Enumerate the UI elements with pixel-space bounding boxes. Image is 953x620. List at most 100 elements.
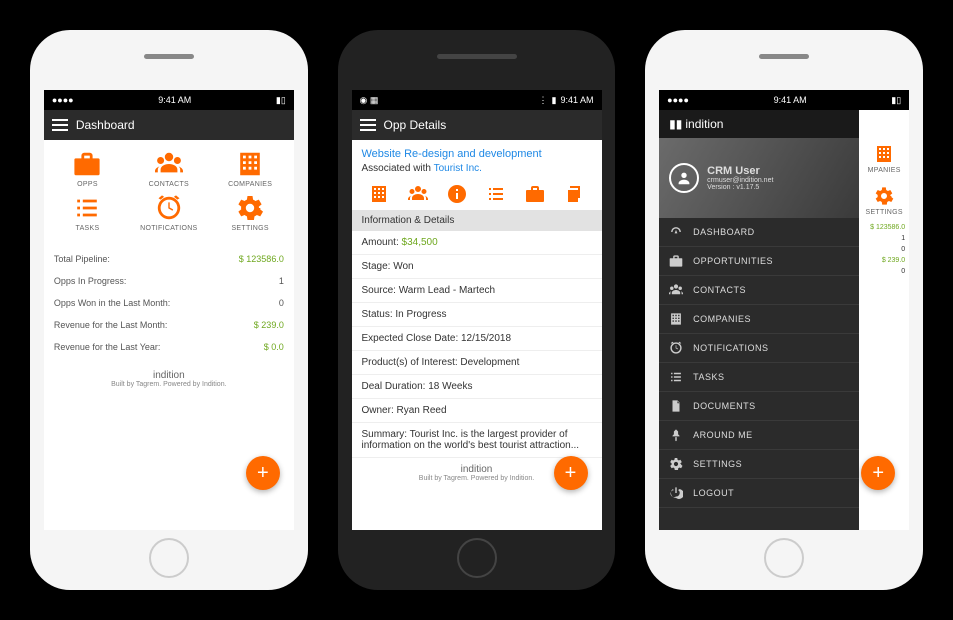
clock-icon <box>155 194 183 222</box>
list-icon[interactable] <box>486 184 506 204</box>
menu-opportunities[interactable]: OPPORTUNITIES <box>659 247 859 276</box>
opp-title: Website Re-design and development <box>362 148 592 160</box>
stat-value: 1 <box>859 233 909 244</box>
fab-add-button[interactable]: + <box>554 456 588 490</box>
assoc-prefix: Associated with <box>362 163 434 174</box>
nav-notifications[interactable]: NOTIFICATIONS <box>131 194 206 232</box>
avatar[interactable] <box>669 163 699 193</box>
menu-dashboard[interactable]: DASHBOARD <box>659 218 859 247</box>
section-header: Information & Details <box>352 210 602 231</box>
phone-speaker <box>144 54 194 59</box>
footer-text: Built by Tagrem. Powered by Indition. <box>44 381 294 388</box>
nav-companies[interactable]: MPANIES <box>859 138 909 180</box>
contacts-icon <box>155 150 183 178</box>
menu-logout[interactable]: LOGOUT <box>659 479 859 508</box>
field-duration: Deal Duration: 18 Weeks <box>352 375 602 399</box>
statusbar: ●●●● 9:41 AM ▮▯ <box>44 90 294 110</box>
nav-opps[interactable]: OPPS <box>50 150 125 188</box>
briefcase-icon[interactable] <box>525 184 545 204</box>
field-product: Product(s) of Interest: Development <box>352 351 602 375</box>
nav-settings[interactable]: SETTINGS <box>212 194 287 232</box>
drawer-brand: ▮▮indition <box>659 110 859 138</box>
screen: ●●●● 9:41 AM ▮▯ MPANIES SETTINGS $ 12358… <box>659 90 909 530</box>
nav-settings[interactable]: SETTINGS <box>859 180 909 222</box>
nav-label: OPPS <box>77 181 98 188</box>
menu-label: TASKS <box>693 372 724 382</box>
nav-label: SETTINGS <box>865 209 902 216</box>
field-label: Amount: <box>362 237 402 248</box>
stat-row: Opps Won in the Last Month:0 <box>54 292 284 314</box>
menu-settings[interactable]: SETTINGS <box>659 450 859 479</box>
stats-list: Total Pipeline:$ 123586.0 Opps In Progre… <box>44 242 294 364</box>
fab-add-button[interactable]: + <box>246 456 280 490</box>
gear-icon <box>236 194 264 222</box>
statusbar-time: 9:41 AM <box>158 95 191 105</box>
phone-opp-details: ◉ ▦ ⋮▮9:41 AM Opp Details Website Re-des… <box>338 30 616 590</box>
gear-icon <box>874 186 894 206</box>
stat-value: $ 239.0 <box>859 255 909 266</box>
social-icons: ◉ ▦ <box>360 95 379 106</box>
brand-logo: indition <box>44 370 294 381</box>
battery-icon: ▮ <box>552 95 557 106</box>
stat-label: Opps In Progress: <box>54 276 127 286</box>
statusbar-time: 9:41 AM <box>560 95 593 105</box>
titlebar: Opp Details <box>352 110 602 140</box>
page-title: Dashboard <box>76 118 135 132</box>
briefcase-icon <box>73 150 101 178</box>
footer: indition Built by Tagrem. Powered by Ind… <box>44 364 294 398</box>
menu-notifications[interactable]: NOTIFICATIONS <box>659 334 859 363</box>
home-button[interactable] <box>149 538 189 578</box>
phone-speaker <box>437 54 517 59</box>
nav-label: NOTIFICATIONS <box>140 225 197 232</box>
menu-contacts[interactable]: CONTACTS <box>659 276 859 305</box>
menu-label: SETTINGS <box>693 459 742 469</box>
opp-association: Associated with Tourist Inc. <box>362 163 592 174</box>
user-name: CRM User <box>707 165 773 177</box>
phone-dashboard: ●●●● 9:41 AM ▮▯ Dashboard OPPS CONTACTS <box>30 30 308 590</box>
nav-tasks[interactable]: TASKS <box>50 194 125 232</box>
menu-label: DOCUMENTS <box>693 401 756 411</box>
field-value: $34,500 <box>402 237 438 248</box>
home-button[interactable] <box>457 538 497 578</box>
stat-label: Revenue for the Last Month: <box>54 320 168 330</box>
opp-header: Website Re-design and development Associ… <box>352 140 602 178</box>
building-icon[interactable] <box>369 184 389 204</box>
info-icon[interactable] <box>447 184 467 204</box>
stat-value: 1 <box>279 276 284 286</box>
stat-value: $ 123586.0 <box>239 254 284 264</box>
menu-label: LOGOUT <box>693 488 734 498</box>
stat-row: Revenue for the Last Month: $ 239.0 <box>54 314 284 336</box>
hamburger-icon[interactable] <box>52 119 68 131</box>
copy-icon[interactable] <box>564 184 584 204</box>
field-stage: Stage: Won <box>352 255 602 279</box>
menu-label: COMPANIES <box>693 314 751 324</box>
nav-drawer: ▮▮indition CRM User crmuser@indition.net… <box>659 110 859 530</box>
hamburger-icon[interactable] <box>360 119 376 131</box>
menu-label: DASHBOARD <box>693 227 755 237</box>
building-icon <box>236 150 264 178</box>
menu-companies[interactable]: COMPANIES <box>659 305 859 334</box>
screen: ●●●● 9:41 AM ▮▯ Dashboard OPPS CONTACTS <box>44 90 294 530</box>
nav-contacts[interactable]: CONTACTS <box>131 150 206 188</box>
menu-label: OPPORTUNITIES <box>693 256 773 266</box>
battery-icon: ▮▯ <box>891 95 901 106</box>
stat-value: 0 <box>859 244 909 255</box>
stat-value: $ 239.0 <box>254 320 284 330</box>
menu-label: CONTACTS <box>693 285 746 295</box>
home-button[interactable] <box>764 538 804 578</box>
battery-icon: ▮▯ <box>276 95 286 106</box>
menu-documents[interactable]: DOCUMENTS <box>659 392 859 421</box>
nav-label: SETTINGS <box>231 225 268 232</box>
nav-label: TASKS <box>76 225 100 232</box>
field-source: Source: Warm Lead - Martech <box>352 279 602 303</box>
assoc-link[interactable]: Tourist Inc. <box>434 163 482 174</box>
fab-add-button[interactable]: + <box>861 456 895 490</box>
field-owner: Owner: Ryan Reed <box>352 399 602 423</box>
contacts-icon[interactable] <box>408 184 428 204</box>
menu-around-me[interactable]: AROUND ME <box>659 421 859 450</box>
list-icon <box>73 194 101 222</box>
nav-companies[interactable]: COMPANIES <box>212 150 287 188</box>
menu-label: AROUND ME <box>693 430 753 440</box>
menu-tasks[interactable]: TASKS <box>659 363 859 392</box>
signal-icon: ●●●● <box>52 95 74 105</box>
